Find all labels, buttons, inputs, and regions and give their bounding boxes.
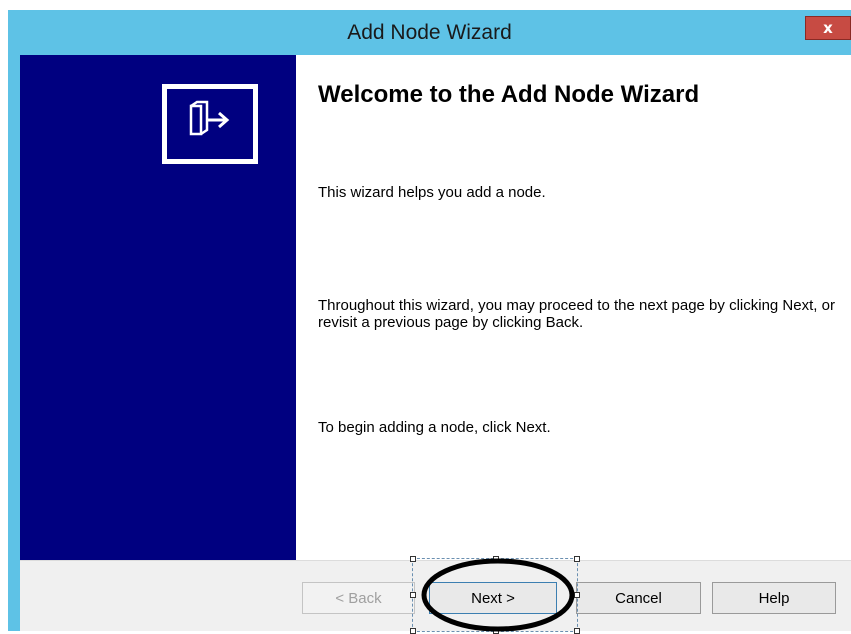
- next-button[interactable]: Next >: [429, 582, 557, 614]
- wizard-button-bar: < Back Next > Cancel Help: [20, 556, 851, 634]
- selection-handle: [410, 628, 416, 634]
- selection-handle: [493, 628, 499, 634]
- cancel-button[interactable]: Cancel: [576, 582, 701, 614]
- close-button[interactable]: x: [805, 16, 851, 40]
- navigation-help-text: Throughout this wizard, you may proceed …: [318, 297, 835, 331]
- window-title: Add Node Wizard: [347, 21, 512, 44]
- title-bar[interactable]: Add Node Wizard x: [8, 10, 851, 55]
- begin-instruction-text: To begin adding a node, click Next.: [318, 419, 551, 436]
- wizard-window: Add Node Wizard x Welcome to the Add Nod…: [8, 10, 851, 634]
- selection-handle: [574, 628, 580, 634]
- intro-text: This wizard helps you add a node.: [318, 184, 546, 201]
- wizard-side-panel: [20, 55, 296, 560]
- wizard-client-area: Welcome to the Add Node Wizard This wiza…: [20, 55, 851, 634]
- page-title: Welcome to the Add Node Wizard: [318, 81, 700, 108]
- help-button[interactable]: Help: [712, 582, 836, 614]
- close-icon: x: [823, 19, 833, 37]
- back-button[interactable]: < Back: [302, 582, 415, 614]
- server-arrow-icon: [189, 100, 230, 136]
- node-wizard-icon: [162, 84, 258, 164]
- wizard-content: Welcome to the Add Node Wizard This wiza…: [318, 55, 851, 560]
